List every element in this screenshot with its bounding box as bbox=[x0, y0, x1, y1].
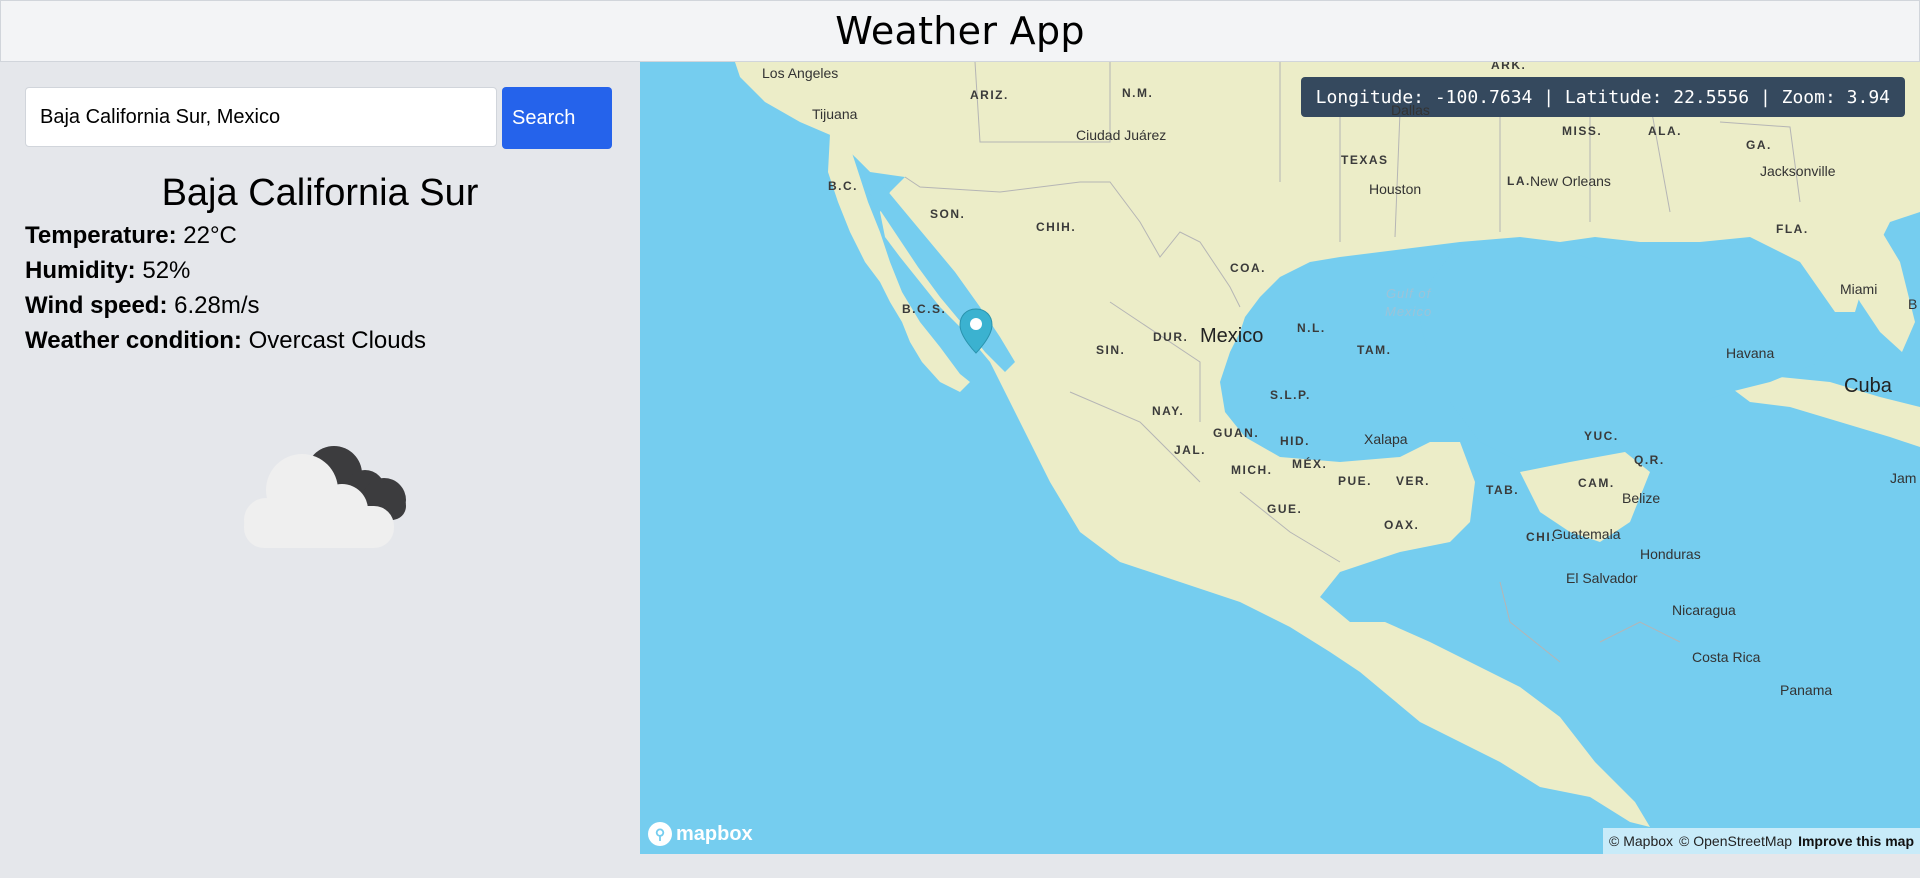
app-header: Weather App bbox=[0, 0, 1920, 62]
state-label: Q.R. bbox=[1634, 453, 1665, 467]
water-label-line2: Mexico bbox=[1385, 304, 1433, 319]
city-label: Miami bbox=[1840, 281, 1878, 297]
state-label: TAB. bbox=[1486, 483, 1520, 497]
improve-map-link[interactable]: Improve this map bbox=[1798, 833, 1914, 849]
city-label: Costa Rica bbox=[1692, 649, 1761, 665]
mapbox-logo[interactable]: ⚲ mapbox bbox=[648, 822, 753, 846]
temperature-row: Temperature: 22°C bbox=[25, 222, 237, 250]
city-label: Belize bbox=[1622, 490, 1661, 506]
city-label: El Salvador bbox=[1566, 570, 1638, 586]
location-marker-icon[interactable] bbox=[958, 307, 994, 355]
state-label: YUC. bbox=[1584, 429, 1619, 443]
condition-value: Overcast Clouds bbox=[248, 327, 426, 354]
search-input[interactable] bbox=[25, 87, 497, 147]
state-label: OAX. bbox=[1384, 518, 1420, 532]
city-label: New Orleans bbox=[1530, 173, 1611, 189]
city-label: Guatemala bbox=[1552, 526, 1621, 542]
state-label: GUE. bbox=[1267, 502, 1303, 516]
state-label: MÉX. bbox=[1292, 457, 1328, 471]
state-label: COA. bbox=[1230, 261, 1266, 275]
water-label-line1: Gulf of bbox=[1385, 286, 1432, 301]
city-label: Panama bbox=[1780, 682, 1833, 698]
country-label: Mexico bbox=[1200, 325, 1264, 347]
state-label: PUE. bbox=[1338, 474, 1373, 488]
overcast-clouds-icon bbox=[244, 446, 406, 548]
city-label: Havana bbox=[1726, 345, 1775, 361]
state-label: ALA. bbox=[1648, 124, 1682, 138]
map[interactable]: Longitude: -100.7634 | Latitude: 22.5556… bbox=[640, 62, 1920, 854]
sidebar: Search Baja California Sur Temperature: … bbox=[0, 62, 640, 878]
city-label: Jacksonville bbox=[1760, 163, 1836, 179]
state-label: MISS. bbox=[1562, 124, 1603, 138]
state-label: VER. bbox=[1396, 474, 1431, 488]
city-label: Los Angeles bbox=[762, 65, 839, 81]
humidity-row: Humidity: 52% bbox=[25, 257, 190, 285]
condition-label: Weather condition: bbox=[25, 327, 242, 354]
city-label: B bbox=[1908, 296, 1918, 312]
state-label: HID. bbox=[1280, 434, 1310, 448]
wind-label: Wind speed: bbox=[25, 292, 168, 319]
state-label: TEXAS bbox=[1341, 153, 1389, 167]
app-title: Weather App bbox=[835, 9, 1085, 53]
city-label: Houston bbox=[1369, 181, 1422, 197]
state-label: JAL. bbox=[1174, 443, 1207, 457]
city-label: Tijuana bbox=[812, 106, 858, 122]
state-label: MICH. bbox=[1231, 463, 1273, 477]
state-label: CAM. bbox=[1578, 476, 1615, 490]
state-label: GUAN. bbox=[1213, 426, 1260, 440]
wind-value: 6.28m/s bbox=[174, 292, 260, 319]
search-row: Search bbox=[25, 87, 612, 149]
wind-row: Wind speed: 6.28m/s bbox=[25, 292, 260, 320]
state-label: NAY. bbox=[1152, 404, 1185, 418]
state-label: S.L.P. bbox=[1270, 388, 1311, 402]
state-label: B.C. bbox=[828, 179, 858, 193]
location-name: Baja California Sur bbox=[161, 172, 479, 214]
temperature-value: 22°C bbox=[183, 222, 237, 249]
state-label: CHIH. bbox=[1036, 220, 1077, 234]
humidity-value: 52% bbox=[142, 257, 191, 284]
map-attribution: © Mapbox © OpenStreetMap Improve this ma… bbox=[1603, 828, 1920, 854]
state-label: TAM. bbox=[1357, 343, 1392, 357]
city-label: Ciudad Juárez bbox=[1076, 127, 1167, 143]
state-label: FLA. bbox=[1776, 222, 1809, 236]
state-label: LA. bbox=[1507, 174, 1531, 188]
state-label: SIN. bbox=[1096, 343, 1126, 357]
state-label: ARIZ. bbox=[970, 88, 1009, 102]
condition-row: Weather condition: Overcast Clouds bbox=[25, 327, 426, 355]
city-label: Dallas bbox=[1391, 102, 1430, 118]
state-label: SON. bbox=[930, 207, 966, 221]
country-label: Cuba bbox=[1844, 375, 1892, 397]
water-label: Gulf of Mexico bbox=[1385, 285, 1432, 321]
city-label: Jam bbox=[1890, 470, 1917, 486]
search-button[interactable]: Search bbox=[502, 87, 612, 149]
state-label: GA. bbox=[1746, 138, 1772, 152]
attribution-mapbox[interactable]: © Mapbox bbox=[1609, 833, 1673, 849]
state-label: DUR. bbox=[1153, 330, 1189, 344]
city-label: Nicaragua bbox=[1672, 602, 1736, 618]
mapbox-logo-text: mapbox bbox=[676, 822, 753, 845]
city-label: Xalapa bbox=[1364, 431, 1408, 447]
humidity-label: Humidity: bbox=[25, 257, 136, 284]
state-label: N.L. bbox=[1297, 321, 1326, 335]
state-label: ARK. bbox=[1491, 62, 1527, 72]
state-label: B.C.S. bbox=[902, 302, 947, 316]
temperature-label: Temperature: bbox=[25, 222, 177, 249]
state-label: N.M. bbox=[1122, 86, 1154, 100]
city-label: Honduras bbox=[1640, 546, 1701, 562]
mapbox-logo-icon: ⚲ bbox=[648, 822, 672, 846]
attribution-osm[interactable]: © OpenStreetMap bbox=[1679, 833, 1792, 849]
